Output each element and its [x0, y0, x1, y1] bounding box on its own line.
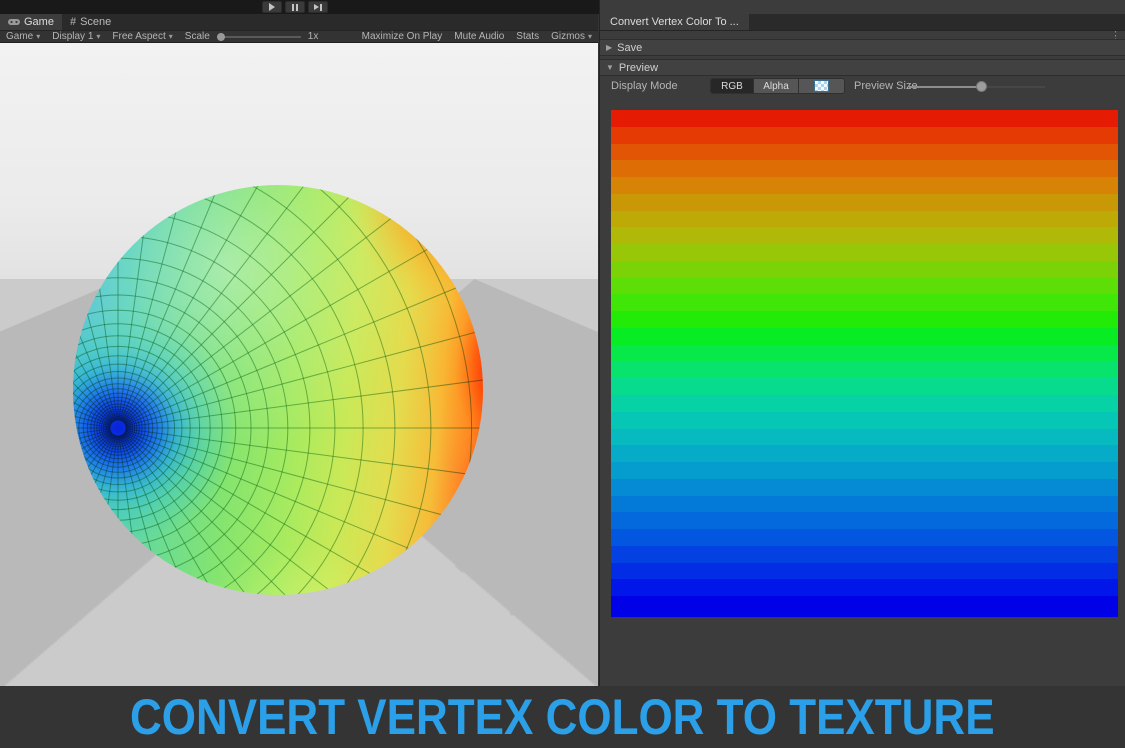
preview-size-slider-track-right[interactable]	[985, 86, 1045, 88]
game-mode-dropdown[interactable]: Game▾	[0, 31, 46, 42]
gradient-band	[611, 579, 1118, 596]
gradient-band	[611, 278, 1118, 295]
scale-control: Scale 1x	[179, 31, 325, 42]
gradient-band	[611, 546, 1118, 563]
save-section-header[interactable]: ▶ Save	[600, 39, 1125, 56]
preview-size-slider-handle[interactable]	[976, 81, 987, 92]
tab-game[interactable]: Game	[0, 14, 62, 30]
gradient-band	[611, 244, 1118, 261]
gradient-band	[611, 479, 1118, 496]
gradient-band	[611, 160, 1118, 177]
alpha-mode-button[interactable]: Alpha	[754, 78, 799, 94]
chevron-down-icon: ▾	[36, 32, 40, 41]
gradient-band	[611, 127, 1118, 144]
gradient-band	[611, 311, 1118, 328]
gradient-band	[611, 496, 1118, 513]
gradient-band	[611, 211, 1118, 228]
gradient-band	[611, 395, 1118, 412]
tab-game-label: Game	[24, 16, 54, 28]
game-view-toolbar: Game▾ Display 1▾ Free Aspect▾ Scale 1x M…	[0, 31, 598, 43]
rgb-mode-button[interactable]: RGB	[710, 78, 754, 94]
gradient-band	[611, 177, 1118, 194]
gradient-band	[611, 512, 1118, 529]
vertex-colored-sphere	[68, 180, 488, 600]
scene-grid-icon: #	[70, 16, 76, 28]
preview-size-slider-track[interactable]	[909, 86, 985, 88]
game-view-panel: Game # Scene ⋮ Game▾ Display 1▾ Free Asp…	[0, 0, 598, 686]
preview-section-header[interactable]: ▼ Preview	[600, 59, 1125, 76]
inspector-tabstrip: Convert Vertex Color To ... ⋮	[600, 14, 1125, 31]
preview-section-label: Preview	[619, 62, 658, 74]
gradient-band	[611, 429, 1118, 446]
stats-toggle[interactable]: Stats	[510, 31, 545, 42]
foldout-collapsed-icon: ▶	[606, 43, 612, 52]
checkerboard-icon	[814, 80, 829, 92]
tab-convert-vertex-color[interactable]: Convert Vertex Color To ...	[600, 14, 749, 30]
gradient-band	[611, 294, 1118, 311]
gradient-band	[611, 462, 1118, 479]
gradient-band	[611, 227, 1118, 244]
unity-editor-window: Game # Scene ⋮ Game▾ Display 1▾ Free Asp…	[0, 0, 1125, 748]
inspector-tab-label: Convert Vertex Color To ...	[610, 16, 739, 28]
scale-slider-handle[interactable]	[217, 33, 225, 41]
gradient-band	[611, 144, 1118, 161]
gradient-band	[611, 345, 1118, 362]
gamepad-icon	[8, 18, 20, 26]
chevron-down-icon: ▾	[588, 32, 592, 41]
texture-preview	[611, 110, 1118, 617]
preview-controls-row: Display Mode RGB Alpha Preview Size	[600, 77, 1125, 97]
gradient-band	[611, 361, 1118, 378]
gradient-band	[611, 529, 1118, 546]
inspector-panel: Convert Vertex Color To ... ⋮ ▶ Save ▼ P…	[599, 0, 1125, 686]
scale-slider[interactable]	[217, 36, 301, 38]
title-banner: CONVERT VERTEX COLOR TO TEXTURE	[0, 686, 1125, 748]
maximize-on-play-toggle[interactable]: Maximize On Play	[356, 31, 449, 42]
display-mode-segmented-control: RGB Alpha	[710, 78, 845, 94]
gradient-band	[611, 194, 1118, 211]
tab-scene[interactable]: # Scene	[62, 14, 119, 30]
game-render-viewport	[0, 43, 598, 686]
gizmos-dropdown[interactable]: Gizmos▾	[545, 31, 598, 42]
scale-label: Scale	[185, 31, 210, 42]
chevron-down-icon: ▾	[169, 32, 173, 41]
banner-title: CONVERT VERTEX COLOR TO TEXTURE	[130, 688, 995, 746]
chevron-down-icon: ▾	[96, 32, 100, 41]
scale-value: 1x	[308, 31, 319, 42]
transparency-mode-button[interactable]	[799, 78, 845, 94]
save-section-label: Save	[617, 42, 642, 54]
gradient-band	[611, 412, 1118, 429]
gradient-band	[611, 328, 1118, 345]
gradient-band	[611, 378, 1118, 395]
foldout-expanded-icon: ▼	[606, 63, 614, 72]
mute-audio-toggle[interactable]: Mute Audio	[448, 31, 510, 42]
gradient-band	[611, 110, 1118, 127]
display-dropdown[interactable]: Display 1▾	[46, 31, 106, 42]
gradient-band	[611, 563, 1118, 580]
gradient-band	[611, 261, 1118, 278]
display-mode-label: Display Mode	[611, 80, 678, 92]
aspect-dropdown[interactable]: Free Aspect▾	[106, 31, 178, 42]
game-tabstrip: Game # Scene ⋮	[0, 14, 598, 31]
tab-scene-label: Scene	[80, 16, 111, 28]
gradient-band	[611, 596, 1118, 617]
gradient-band	[611, 445, 1118, 462]
